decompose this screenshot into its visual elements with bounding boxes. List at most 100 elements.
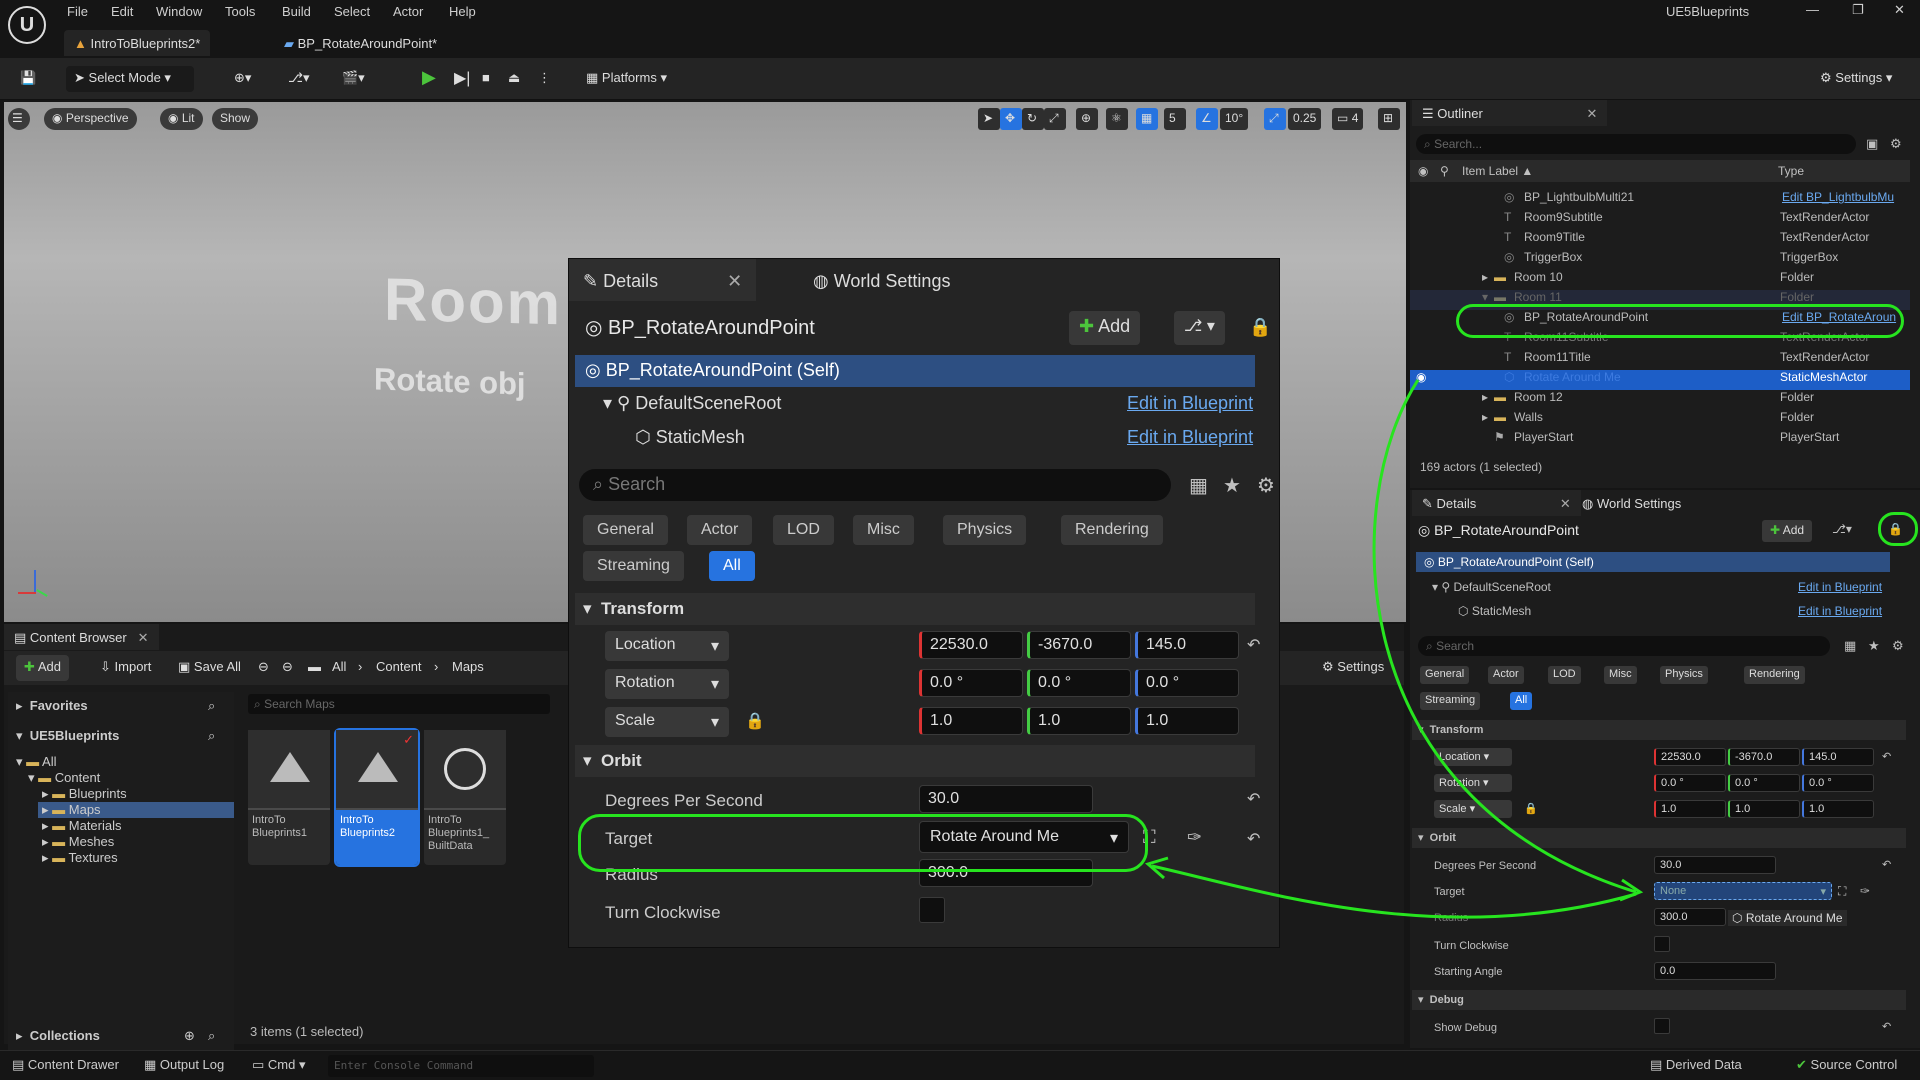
component-self[interactable]: ◎ BP_RotateAroundPoint (Self)	[575, 355, 1255, 387]
location-x-field[interactable]: 22530.0	[919, 631, 1023, 659]
browse-icon[interactable]: ⛶	[1838, 884, 1846, 899]
scale-x-small[interactable]: 1.0	[1654, 800, 1726, 818]
location-z-field[interactable]: 145.0	[1135, 631, 1239, 659]
visibility-icon[interactable]: ◉	[1418, 164, 1428, 178]
lock-icon[interactable]: 🔒	[1524, 802, 1538, 815]
menu-window[interactable]: Window	[156, 4, 202, 19]
row-type-link[interactable]: Edit BP_LightbulbMu	[1782, 190, 1894, 204]
rotation-dropdown-small[interactable]: Rotation ▾	[1434, 774, 1512, 792]
add-folder-icon[interactable]: ▣	[1866, 136, 1878, 152]
reset-icon[interactable]: ↶	[1882, 750, 1891, 763]
tab-content-browser[interactable]: ▤ Content Browser ✕	[4, 624, 159, 650]
lock-icon[interactable]: 🔒	[1249, 317, 1271, 338]
gear-icon[interactable]: ⚙	[1892, 638, 1904, 654]
orbit-header[interactable]: ▾ Orbit	[575, 745, 1255, 777]
filter-general[interactable]: General	[583, 515, 668, 545]
asset-tile[interactable]: IntroTo Blueprints1_ BuiltData	[424, 730, 506, 865]
starting-angle-field[interactable]: 0.0	[1654, 962, 1776, 980]
details-small-search[interactable]: ⌕ Search	[1418, 636, 1830, 656]
reset-icon[interactable]: ↶	[1882, 1020, 1891, 1033]
reset-icon[interactable]: ↶	[1247, 789, 1260, 809]
outliner-row[interactable]: T Room9Title TextRenderActor	[1410, 230, 1910, 250]
tab-blueprint[interactable]: ▰ BP_RotateAroundPoint*	[274, 30, 447, 56]
add-actor-icon[interactable]: ⊕▾	[226, 66, 259, 92]
scale-snap-icon[interactable]: ⤢	[1264, 108, 1286, 130]
menu-actor[interactable]: Actor	[393, 4, 423, 19]
path-content[interactable]: Content	[368, 655, 430, 681]
settings-dropdown[interactable]: ⚙ Settings ▾	[1812, 66, 1900, 92]
radius-small-field[interactable]: 300.0	[1654, 908, 1726, 926]
cinematics-icon[interactable]: 🎬▾	[334, 66, 373, 92]
rotation-y-field[interactable]: 0.0 °	[1027, 669, 1131, 697]
filter-lod[interactable]: LOD	[773, 515, 834, 545]
close-icon[interactable]: ✕	[727, 271, 742, 291]
angle-snap-icon[interactable]: ∠	[1196, 108, 1218, 130]
rotation-z-field[interactable]: 0.0 °	[1135, 669, 1239, 697]
rotation-z-small[interactable]: 0.0 °	[1802, 774, 1874, 792]
rotation-x-field[interactable]: 0.0 °	[919, 669, 1023, 697]
location-y-small[interactable]: -3670.0	[1728, 748, 1800, 766]
content-settings-button[interactable]: ⚙ Settings	[1314, 655, 1392, 681]
rotate-tool-icon[interactable]: ↻	[1022, 108, 1044, 130]
outliner-row[interactable]: ◎ BP_LightbulbMulti21 Edit BP_LightbulbMu	[1410, 190, 1910, 210]
location-z-small[interactable]: 145.0	[1802, 748, 1874, 766]
translate-tool-icon[interactable]: ✥	[1000, 108, 1022, 130]
outliner-row[interactable]: ▸ ▬ Room 10 Folder	[1410, 270, 1910, 290]
tab-world-settings-small[interactable]: ◍ World Settings	[1572, 490, 1691, 516]
grid-snap-icon[interactable]: ▦	[1136, 108, 1158, 130]
surface-snap-icon[interactable]: ⚛	[1106, 108, 1128, 130]
outliner-row-selected[interactable]: ◉ ⬡ Rotate Around Me StaticMeshActor	[1410, 370, 1910, 390]
maximize-viewport-icon[interactable]: ⊞	[1378, 108, 1400, 130]
add-collection-icon[interactable]: ⊕	[184, 1028, 195, 1044]
lit-button[interactable]: ◉ Lit	[160, 108, 203, 130]
orbit-header-small[interactable]: ▾ Orbit	[1412, 828, 1906, 848]
filter-streaming[interactable]: Streaming	[583, 551, 684, 581]
tree-blueprints[interactable]: ▸ ▬ Blueprints	[42, 786, 127, 802]
tree-textures[interactable]: ▸ ▬ Textures	[42, 850, 118, 866]
tab-outliner[interactable]: ☰ Outliner ✕	[1412, 100, 1608, 126]
scale-z-small[interactable]: 1.0	[1802, 800, 1874, 818]
dps-field[interactable]: 30.0	[919, 785, 1093, 813]
scale-x-field[interactable]: 1.0	[919, 707, 1023, 735]
console-input[interactable]: Enter Console Command	[328, 1055, 594, 1077]
component-root[interactable]: ▾ ⚲ DefaultSceneRoot	[603, 393, 781, 414]
turn-clockwise-checkbox[interactable]	[919, 897, 945, 923]
outliner-row[interactable]: ⚑ PlayerStart PlayerStart	[1410, 430, 1910, 450]
filter-rendering-small[interactable]: Rendering	[1744, 666, 1805, 684]
tab-details-small[interactable]: ✎ Details ✕	[1412, 490, 1581, 516]
filter-misc[interactable]: Misc	[853, 515, 914, 545]
menu-tools[interactable]: Tools	[225, 4, 255, 19]
table-view-icon[interactable]: ▦	[1189, 473, 1208, 498]
filter-physics-small[interactable]: Physics	[1660, 666, 1708, 684]
platforms-dropdown[interactable]: ▦ Platforms ▾	[578, 66, 675, 92]
tab-world-settings[interactable]: ◍ World Settings	[799, 259, 964, 301]
tree-maps[interactable]: ▸ ▬ Maps	[38, 802, 234, 818]
eject-icon[interactable]: ⏏	[500, 66, 528, 92]
select-tool-icon[interactable]: ➤	[978, 108, 1000, 130]
menu-edit[interactable]: Edit	[111, 4, 133, 19]
show-debug-checkbox[interactable]	[1654, 1018, 1670, 1034]
table-view-icon[interactable]: ▦	[1844, 638, 1856, 654]
outliner-row[interactable]: ▸ ▬ Walls Folder	[1410, 410, 1910, 430]
blueprint-options-icon[interactable]: ⎇▾	[1832, 522, 1852, 536]
tab-level[interactable]: ▲ IntroToBlueprints2*	[64, 30, 211, 56]
project-header[interactable]: ▾ UE5Blueprints	[16, 728, 119, 744]
location-dropdown-small[interactable]: Location ▾	[1434, 748, 1512, 766]
camera-speed-button[interactable]: ▭ 4	[1332, 108, 1364, 130]
eyedropper-icon[interactable]: ✑	[1860, 884, 1870, 898]
path-maps[interactable]: Maps	[444, 655, 492, 681]
close-window-icon[interactable]: ✕	[1894, 2, 1905, 18]
close-icon[interactable]: ✕	[1560, 496, 1571, 511]
star-icon[interactable]: ★	[1223, 473, 1241, 498]
unreal-logo-icon[interactable]: U	[8, 6, 46, 44]
grid-snap-value[interactable]: 5	[1164, 108, 1186, 130]
favorites-header[interactable]: ▸ Favorites	[16, 698, 88, 714]
menu-file[interactable]: File	[67, 4, 88, 19]
maximize-icon[interactable]: ❐	[1852, 2, 1864, 18]
filter-rendering[interactable]: Rendering	[1061, 515, 1163, 545]
minimize-icon[interactable]: —	[1806, 2, 1819, 17]
save-all-button[interactable]: ▣ Save All	[170, 655, 249, 681]
scale-z-field[interactable]: 1.0	[1135, 707, 1239, 735]
tree-all[interactable]: ▾ ▬ All	[16, 754, 57, 770]
save-icon[interactable]: 💾	[12, 66, 44, 92]
